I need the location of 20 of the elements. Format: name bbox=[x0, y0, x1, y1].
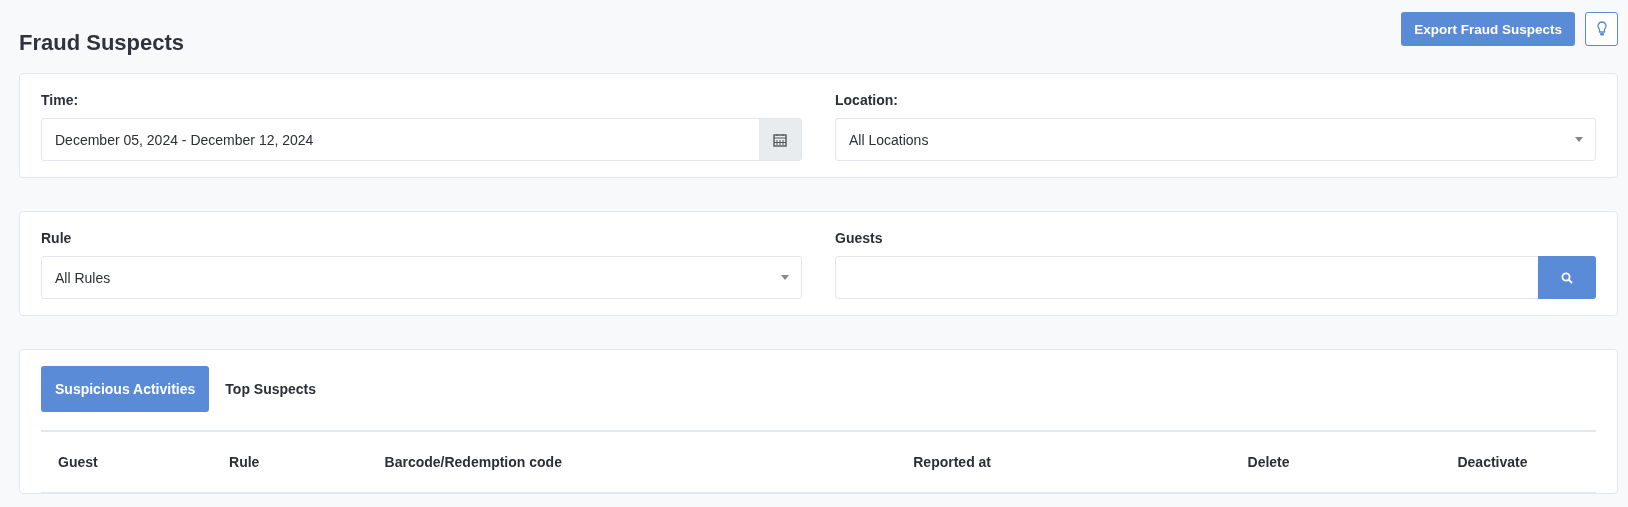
column-header: Deactivate bbox=[1440, 432, 1596, 493]
select-field[interactable]: All Rules bbox=[41, 256, 802, 299]
field-label: Time: bbox=[41, 92, 80, 108]
select-field[interactable]: All Locations bbox=[835, 118, 1596, 161]
caret-icon bbox=[781, 275, 789, 280]
lightbulb-icon bbox=[1596, 21, 1607, 37]
caret-icon bbox=[1575, 137, 1583, 142]
tab[interactable]: Top Suspects bbox=[211, 366, 331, 412]
date-range-field[interactable]: December 05, 2024 - December 12, 2024 bbox=[41, 118, 802, 161]
calendar-icon bbox=[773, 132, 787, 147]
field-label: Location: bbox=[835, 92, 899, 108]
column-header: Delete bbox=[1230, 432, 1441, 493]
tips-button[interactable] bbox=[1585, 12, 1618, 46]
column-header: Rule bbox=[212, 432, 368, 493]
column-header: Barcode/Redemption code bbox=[367, 432, 897, 493]
column-header: Guest bbox=[41, 432, 213, 493]
field-label: Rule bbox=[41, 230, 73, 246]
column-header: Reported at bbox=[896, 432, 1231, 493]
field-label: Guests bbox=[835, 230, 884, 246]
page-title: Fraud Suspects bbox=[19, 30, 185, 56]
